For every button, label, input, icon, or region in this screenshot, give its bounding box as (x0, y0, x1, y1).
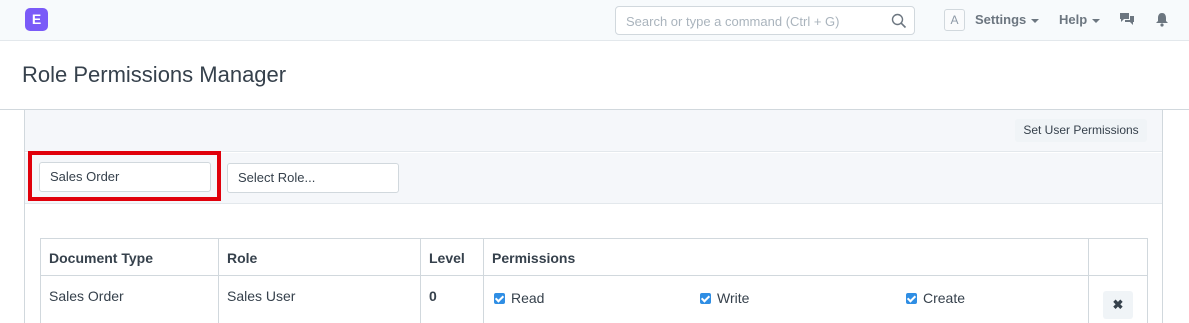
role-select-field[interactable]: Select Role... (227, 163, 399, 193)
checkbox-checked-icon (494, 293, 505, 304)
highlight-box (28, 151, 221, 201)
permission-create-checkbox[interactable]: Create (906, 290, 965, 306)
set-user-permissions-button[interactable]: Set User Permissions (1015, 119, 1147, 142)
search-placeholder: Search or type a command (Ctrl + G) (626, 14, 840, 29)
user-avatar[interactable]: A (944, 9, 965, 31)
checkbox-checked-icon (906, 293, 917, 304)
app-logo[interactable]: E (25, 8, 48, 31)
permission-create-label: Create (923, 290, 966, 306)
delete-row-button[interactable]: ✖ (1103, 291, 1133, 319)
column-header-level: Level (420, 238, 484, 276)
chevron-down-icon (1031, 18, 1040, 23)
close-icon: ✖ (1112, 297, 1124, 312)
cell-permissions: Read Write Create (483, 275, 1089, 323)
column-header-role: Role (218, 238, 421, 276)
toolbar: Set User Permissions (25, 110, 1162, 152)
chevron-down-icon (1092, 18, 1101, 23)
cell-actions: ✖ (1088, 275, 1148, 323)
permission-read-label: Read (511, 290, 545, 306)
help-label: Help (1059, 12, 1088, 27)
table-header-row: Document Type Role Level Permissions (40, 238, 1148, 276)
navbar: E Search or type a command (Ctrl + G) A … (0, 0, 1189, 41)
cell-role: Sales User (218, 275, 421, 323)
search-input[interactable]: Search or type a command (Ctrl + G) (615, 6, 915, 35)
checkbox-checked-icon (700, 293, 711, 304)
permissions-table: Document Type Role Level Permissions Sal… (40, 238, 1148, 323)
settings-label: Settings (975, 12, 1027, 27)
table-row: Sales Order Sales User 0 Read Write Crea… (40, 275, 1148, 323)
column-header-actions (1088, 238, 1148, 276)
cell-level: 0 (420, 275, 484, 323)
filter-bar: Sales Order Select Role... (25, 151, 1162, 204)
help-dropdown[interactable]: Help (1059, 12, 1101, 27)
permission-read-checkbox[interactable]: Read (494, 290, 544, 306)
page-title: Role Permissions Manager (22, 62, 287, 87)
cell-document-type: Sales Order (40, 275, 219, 323)
settings-dropdown[interactable]: Settings (975, 12, 1040, 27)
permission-write-checkbox[interactable]: Write (700, 290, 749, 306)
chat-icon[interactable] (1119, 11, 1135, 27)
search-icon (891, 13, 907, 29)
column-header-document-type: Document Type (40, 238, 219, 276)
bell-icon[interactable] (1155, 12, 1169, 27)
permission-write-label: Write (717, 290, 750, 306)
column-header-permissions: Permissions (483, 238, 1089, 276)
